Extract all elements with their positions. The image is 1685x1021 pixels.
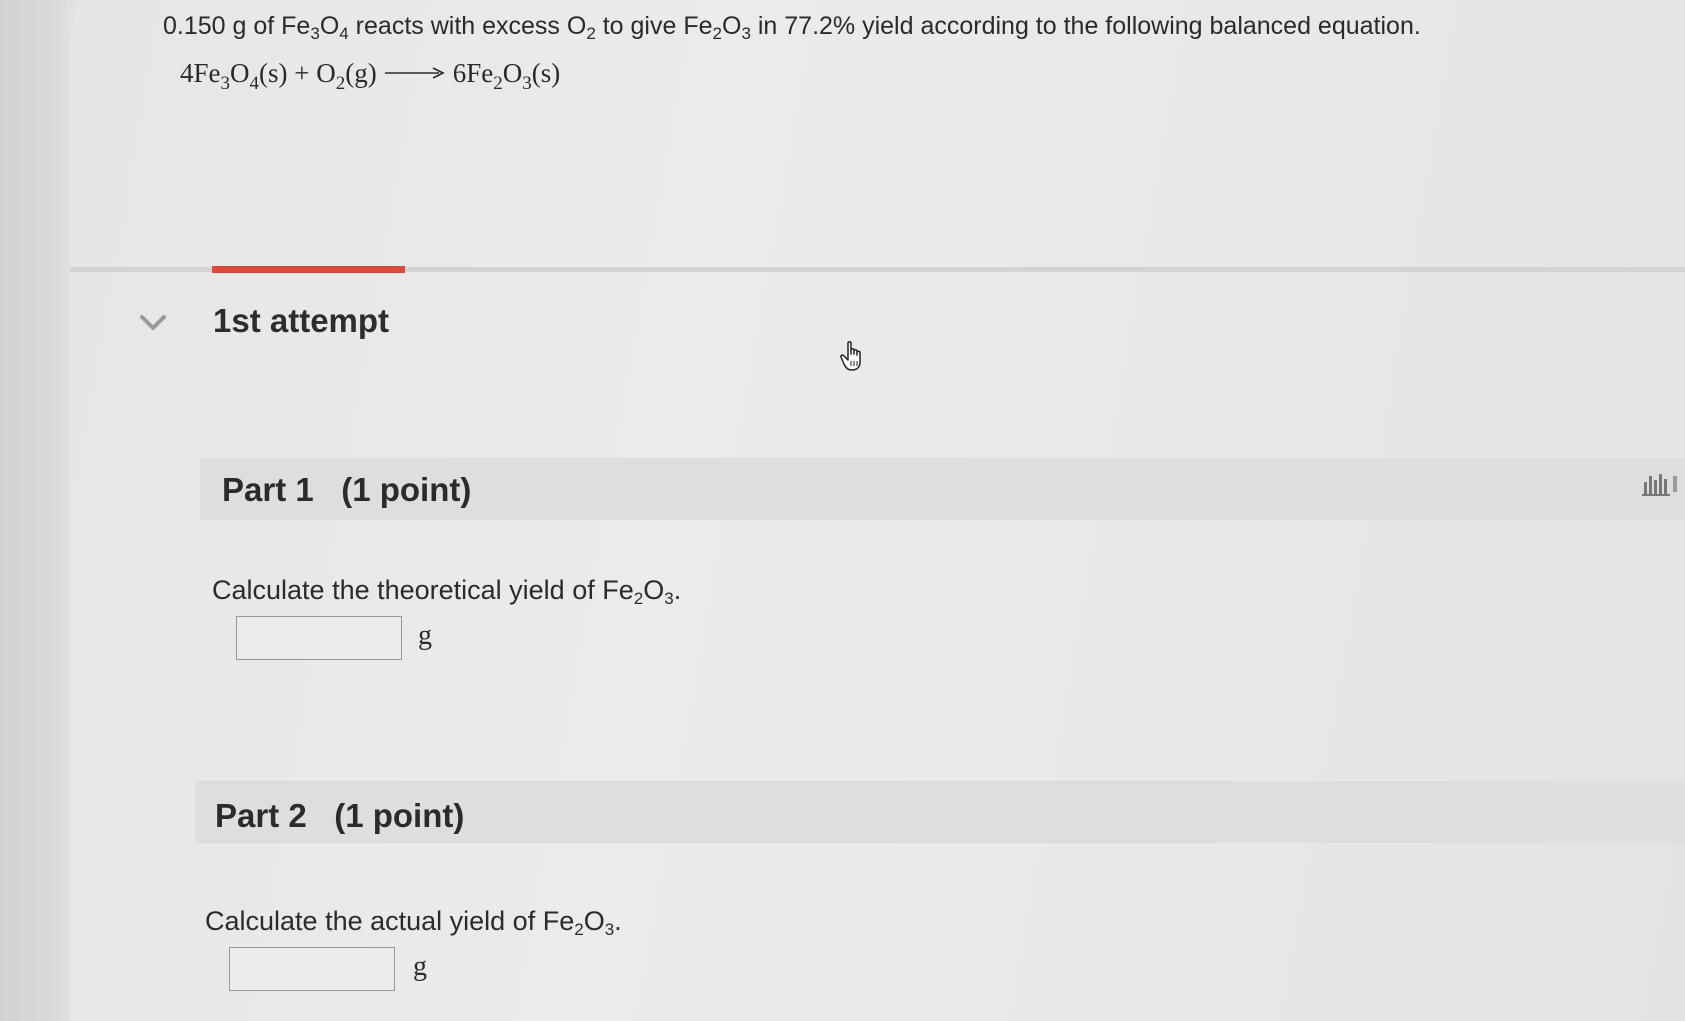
part-1-unit-label: g xyxy=(418,620,432,651)
attempt-title[interactable]: 1st attempt xyxy=(213,302,389,340)
hand-pointer-icon xyxy=(840,340,866,372)
part-2-prompt: Calculate the actual yield of Fe2O3. xyxy=(205,906,622,939)
part-1-answer-input[interactable] xyxy=(236,616,402,660)
problem-statement: 0.150 g of Fe3O4 reacts with excess O2 t… xyxy=(163,12,1421,43)
chevron-down-icon[interactable] xyxy=(138,312,168,334)
active-attempt-indicator xyxy=(212,266,405,273)
part-1-title: Part 1 (1 point) xyxy=(222,471,472,508)
reaction-arrow-icon xyxy=(384,56,445,87)
part-1-prompt: Calculate the theoretical yield of Fe2O3… xyxy=(212,575,682,608)
feedback-icon[interactable] xyxy=(1640,470,1680,498)
part-2-unit-label: g xyxy=(413,951,427,982)
part-2-title: Part 2 (1 point) xyxy=(215,797,465,834)
part-2-answer-input[interactable] xyxy=(229,947,395,991)
left-gutter xyxy=(0,0,70,1021)
balanced-equation: 4Fe3O4(s) + O2(g) 6Fe2O3(s) xyxy=(180,56,561,94)
